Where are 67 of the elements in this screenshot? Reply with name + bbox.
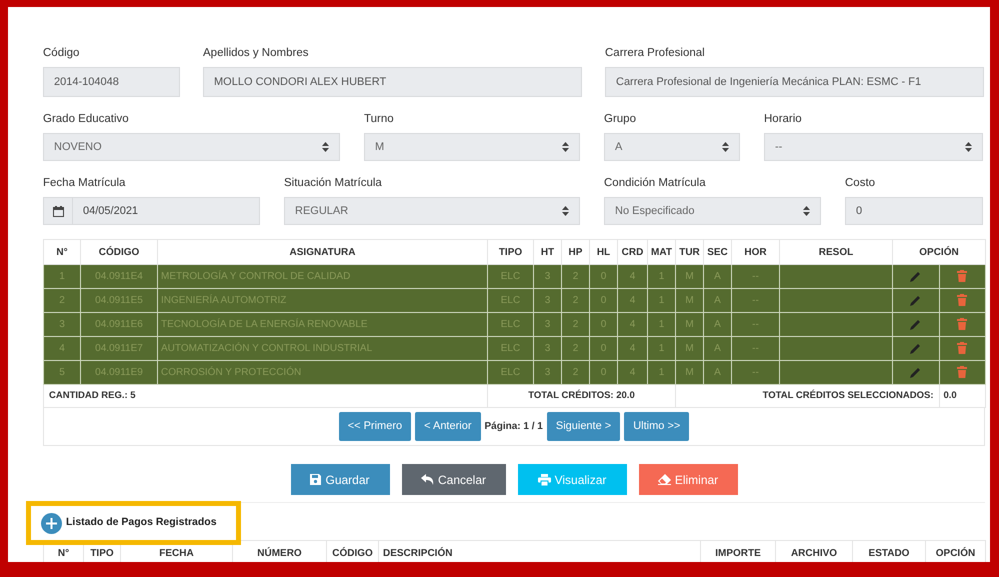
column-header: ASIGNATURA (158, 240, 488, 264)
select-field[interactable]: No Especificado (604, 197, 821, 225)
trash-icon[interactable] (957, 318, 968, 330)
plus-icon[interactable] (41, 512, 62, 534)
pagination-button[interactable]: << Primero (338, 412, 412, 441)
field-label: Carrera Profesional (605, 46, 706, 60)
select-field[interactable]: A (604, 133, 740, 161)
select-field[interactable]: M (364, 133, 580, 161)
pagination-button[interactable]: Siguiente > (546, 412, 620, 441)
field-label: Costo (845, 176, 876, 190)
column-header: CÓDIGO (326, 540, 378, 562)
pencil-icon[interactable] (910, 294, 922, 306)
column-header: N° (44, 240, 80, 264)
selected-credits-value: 0.0 (939, 384, 986, 408)
pencil-icon[interactable] (910, 318, 922, 330)
section-title: Listado de Pagos Registrados (66, 515, 217, 530)
select-field[interactable]: REGULAR (284, 197, 580, 225)
field-label: Apellidos y Nombres (203, 46, 310, 60)
undo-icon (420, 474, 434, 485)
column-header: ESTADO (852, 540, 926, 562)
input-field[interactable]: MOLLO CONDORI ALEX HUBERT (203, 67, 582, 97)
field-label: Horario (764, 112, 803, 126)
column-header: RESOL (780, 240, 892, 264)
trash-icon[interactable] (957, 366, 968, 378)
page-indicator: Página: 1 / 1 (484, 420, 543, 434)
pagination-button[interactable]: Ultimo >> (624, 412, 690, 441)
printer-icon (538, 474, 551, 486)
trash-icon[interactable] (957, 270, 968, 282)
input-field[interactable]: 2014-104048 (43, 67, 180, 97)
record-count: CANTIDAD REG.: 5 (44, 384, 488, 408)
column-header: OPCIÓN (926, 540, 986, 562)
pagination-button[interactable]: < Anterior (415, 412, 480, 441)
cancel-button[interactable]: Cancelar (402, 464, 506, 495)
input-field[interactable]: Carrera Profesional de Ingeniería Mecánica PLAN: ESMC - F1 (605, 67, 984, 97)
total-credits: TOTAL CRÉDITOS: 20.0 (488, 384, 676, 408)
column-header: DESCRIPCIÓN (378, 540, 700, 562)
calendar-icon (52, 206, 64, 216)
field-label: Código (43, 46, 80, 60)
field-label: Situación Matrícula (284, 176, 383, 190)
select-field[interactable]: -- (764, 133, 983, 161)
date-field[interactable]: 04/05/2021 (73, 197, 260, 225)
trash-icon[interactable] (957, 342, 968, 354)
column-header: ARCHIVO (776, 540, 852, 562)
field-label: Grupo (604, 112, 637, 126)
input-field[interactable]: 0 (845, 197, 983, 225)
caret-icon (722, 142, 729, 152)
delete-button[interactable]: Eliminar (638, 464, 738, 495)
eraser-icon (658, 474, 671, 485)
field-label: Fecha Matrícula (43, 176, 126, 190)
caret-icon (562, 206, 569, 216)
pencil-icon[interactable] (910, 366, 922, 378)
field-label: Grado Educativo (43, 112, 130, 126)
save-button[interactable]: Guardar (290, 464, 390, 495)
trash-icon[interactable] (957, 294, 968, 306)
field-label: Condición Matrícula (604, 176, 707, 190)
table-cell: -- (732, 360, 780, 384)
floppy-icon (310, 474, 322, 485)
column-header: IMPORTE (700, 540, 776, 562)
selected-credits-label: TOTAL CRÉDITOS SELECCIONADOS: (676, 384, 939, 408)
field-label: Turno (364, 112, 395, 126)
caret-icon (965, 142, 972, 152)
select-field[interactable]: NOVENO (43, 133, 340, 161)
caret-icon (322, 142, 329, 152)
caret-icon (803, 206, 810, 216)
pencil-icon[interactable] (910, 270, 922, 282)
pencil-icon[interactable] (910, 342, 922, 354)
caret-icon (562, 142, 569, 152)
